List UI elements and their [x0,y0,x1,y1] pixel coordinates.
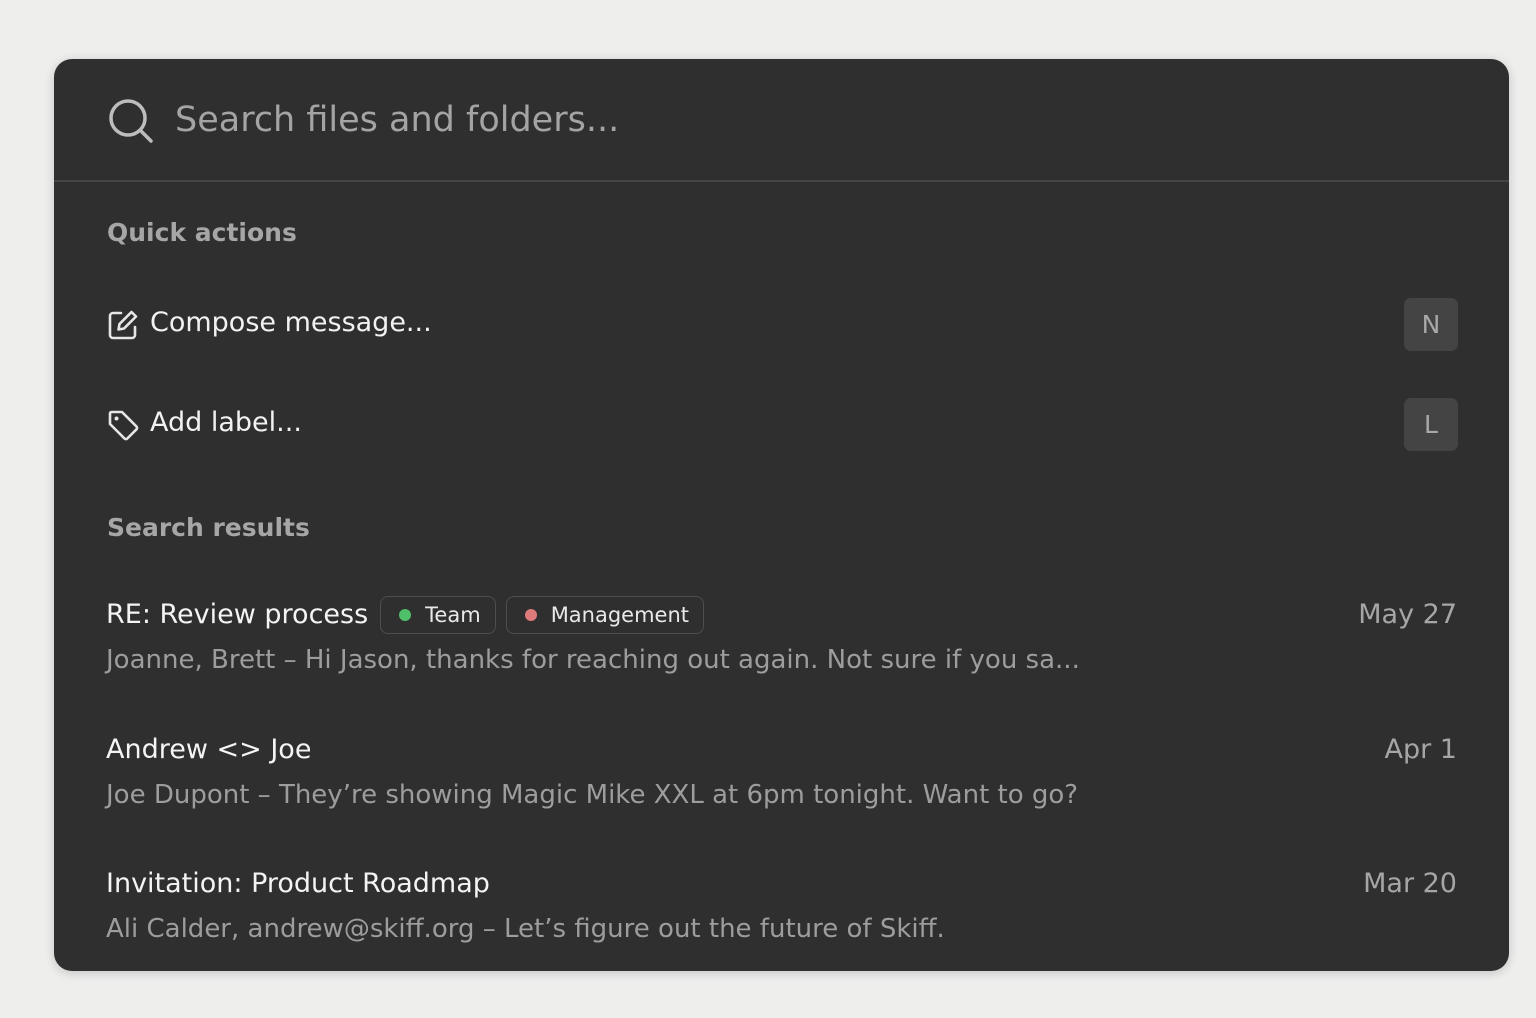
tag-label: Team [425,603,481,627]
result-preview: Joanne, Brett – Hi Jason, thanks for rea… [106,645,1080,675]
tag-dot-green [399,609,412,621]
result-title-row: Andrew <> Joe [106,729,313,771]
search-icon [109,99,153,143]
add-label-label: Add label... [150,407,302,438]
tag-dot-red [524,609,537,621]
result-date: Apr 1 [1384,734,1457,765]
result-title-row: Invitation: Product Roadmap [106,863,492,905]
tag-icon [108,410,139,441]
search-result-item[interactable]: RE: Review process Team Management May 2… [94,594,1469,704]
compose-message-action[interactable]: Compose message... N [94,291,1469,357]
tag-team[interactable]: Team [380,596,496,634]
result-title: Invitation: Product Roadmap [106,868,490,899]
shortcut-key-l: L [1404,398,1458,451]
search-input[interactable] [175,89,1455,151]
search-bar [54,59,1509,182]
result-title-row: RE: Review process Team Management [106,594,705,636]
tag-management[interactable]: Management [505,596,705,634]
search-result-item[interactable]: Invitation: Product Roadmap Mar 20 Ali C… [94,863,1469,971]
result-preview: Joe Dupont – They’re showing Magic Mike … [106,780,1079,810]
search-result-item[interactable]: Andrew <> Joe Apr 1 Joe Dupont – They’re… [94,729,1469,839]
command-palette: Quick actions Compose message... N Add l… [54,59,1509,971]
compose-message-label: Compose message... [150,307,432,338]
quick-actions-heading: Quick actions [107,218,297,247]
add-label-action[interactable]: Add label... L [94,391,1469,457]
result-title: Andrew <> Joe [106,734,312,765]
tag-label: Management [550,603,690,627]
result-date: May 27 [1358,599,1457,630]
search-results-heading: Search results [107,513,310,542]
shortcut-key-n: N [1404,298,1458,351]
result-preview: Ali Calder, andrew@skiff.org – Let’s fig… [106,914,945,944]
result-date: Mar 20 [1363,868,1457,899]
result-title: RE: Review process [106,599,369,630]
compose-icon [108,310,138,340]
